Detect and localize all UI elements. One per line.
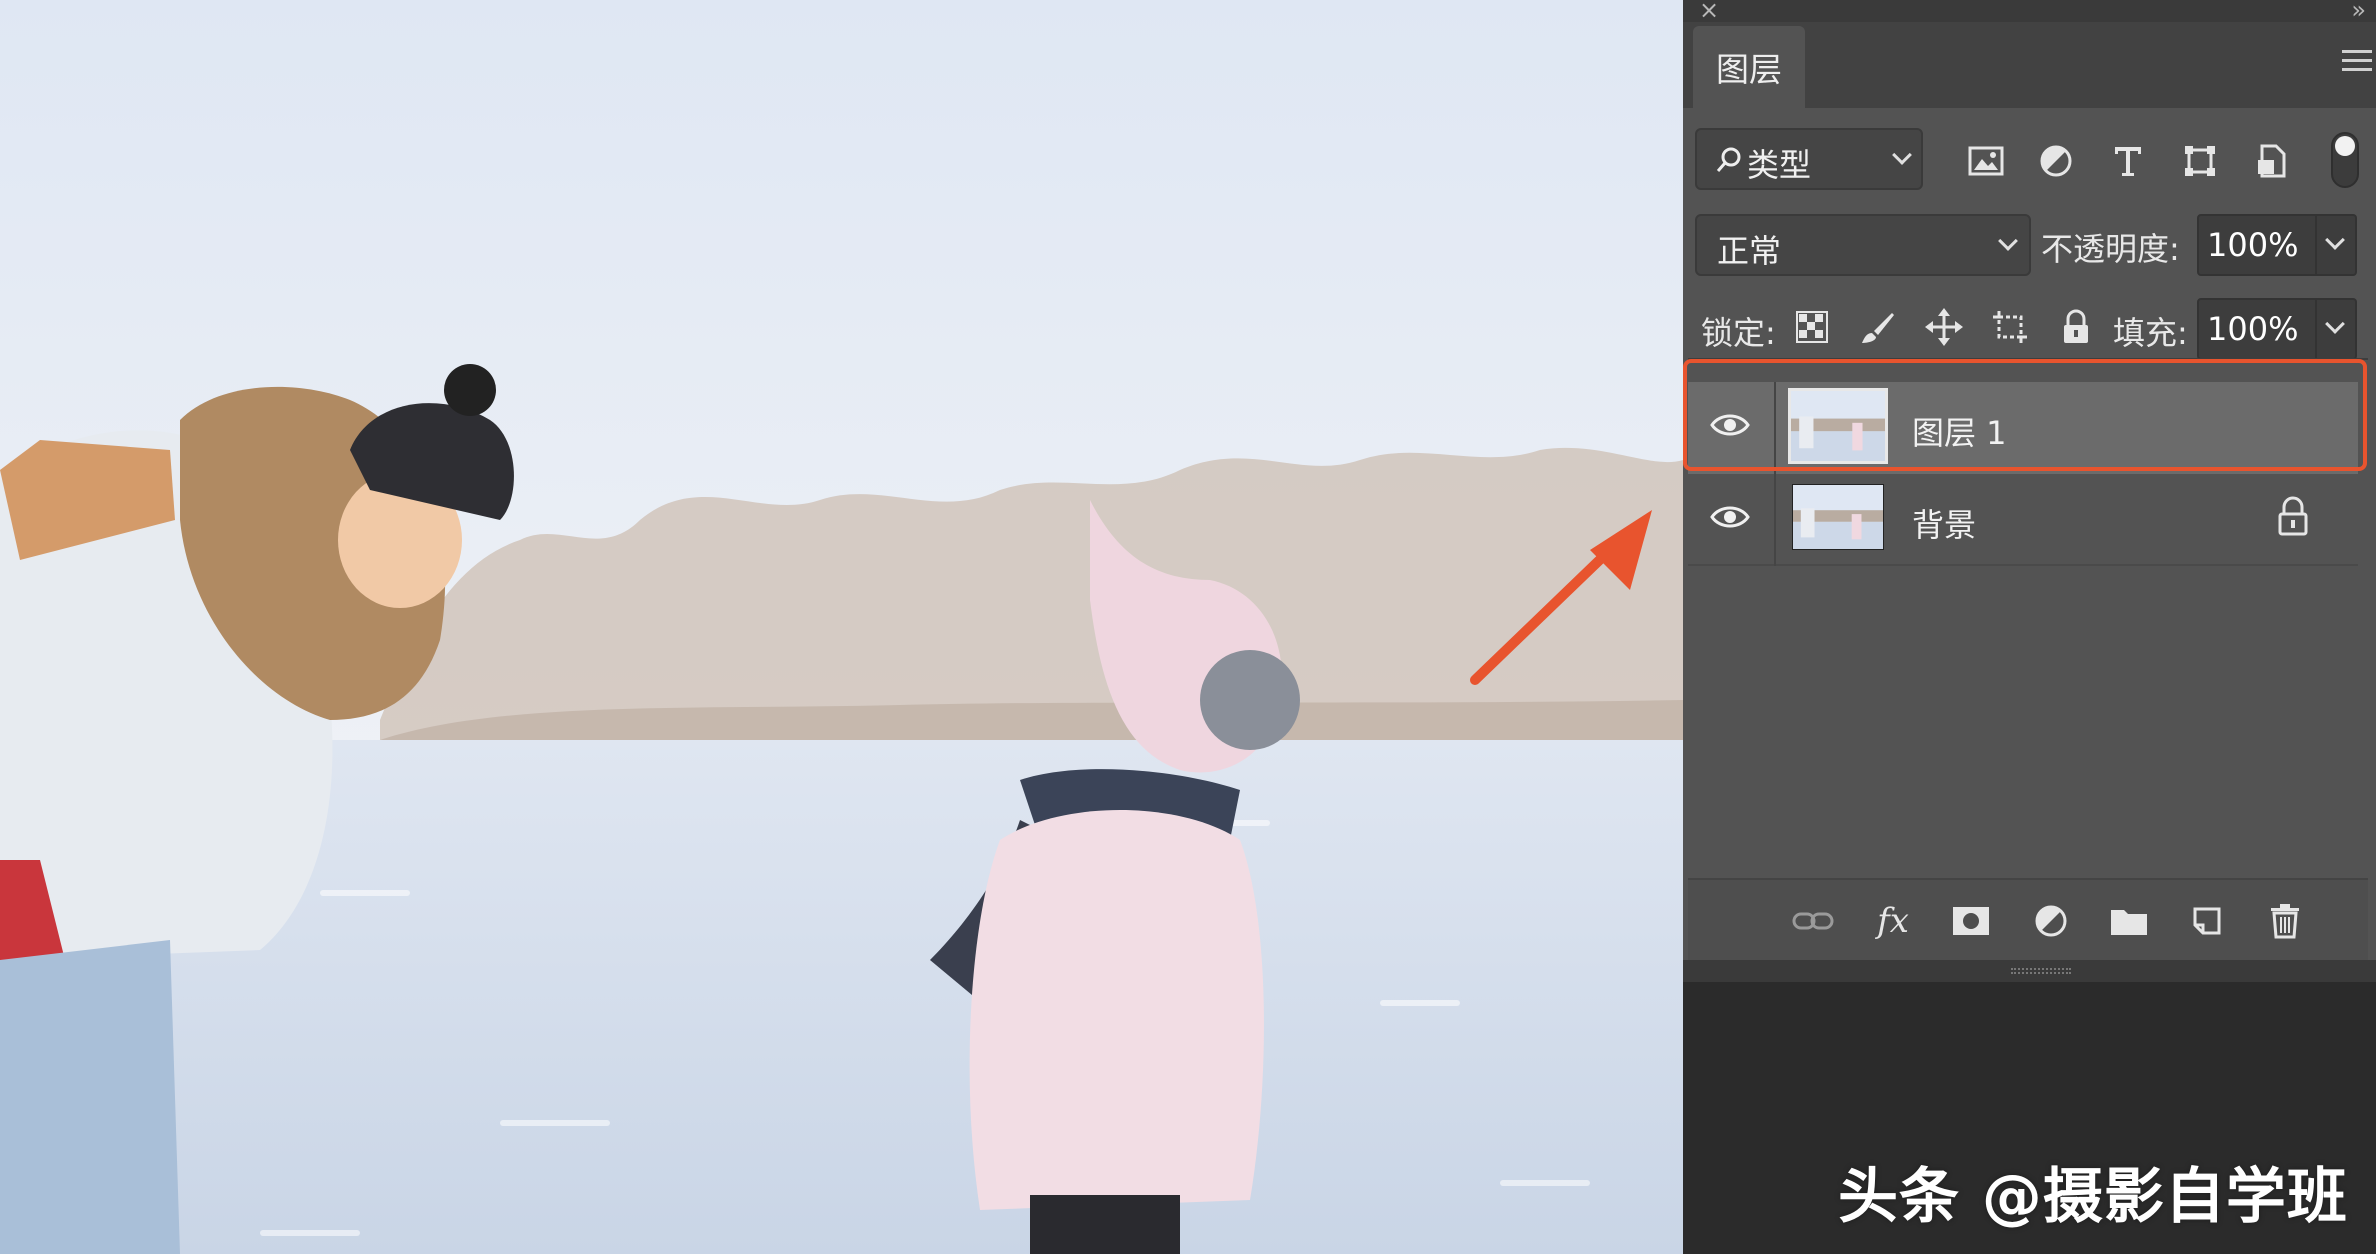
blend-mode-select[interactable]: 正常 [1695, 214, 2031, 276]
opacity-value: 100% [2207, 226, 2299, 264]
layer-filter-select[interactable]: 类型 [1695, 128, 1923, 190]
layer-name[interactable]: 图层 1 [1912, 408, 2007, 454]
fill-dropdown[interactable] [2317, 298, 2357, 360]
lock-artboard-icon[interactable] [1987, 304, 2033, 350]
opacity-dropdown[interactable] [2317, 214, 2357, 276]
lock-icon[interactable] [2273, 494, 2313, 540]
delete-layer-icon[interactable] [2260, 896, 2310, 946]
layer-thumbnail [1788, 388, 1888, 464]
lock-all-icon[interactable] [2053, 304, 2099, 350]
new-adjustment-layer-icon[interactable] [2026, 896, 2076, 946]
tab-layers[interactable]: 图层 [1693, 26, 1805, 108]
fill-label: 填充: [2113, 314, 2188, 352]
chevron-down-icon [2325, 314, 2345, 334]
layers-list: 图层 1 背景 [1688, 358, 2368, 878]
search-icon [1716, 147, 1741, 172]
filter-toggle-switch[interactable] [2331, 132, 2359, 188]
close-icon[interactable]: × [1699, 0, 1719, 24]
layers-bottom-toolbar: fx [1688, 878, 2368, 960]
watermark-text: 头条 @摄影自学班 [1838, 1162, 2348, 1232]
lock-image-pixels-icon[interactable] [1855, 304, 1901, 350]
collapse-icon[interactable]: » [2351, 0, 2366, 24]
panel-resize-grip[interactable] [1683, 960, 2376, 982]
add-mask-icon[interactable] [1946, 896, 1996, 946]
photo-image [0, 0, 1683, 1254]
opacity-input[interactable]: 100% [2197, 214, 2317, 276]
panel-tab-bar: 图层 [1683, 22, 2376, 108]
filter-shape-layer-icon[interactable] [2177, 140, 2223, 182]
link-layers-icon[interactable] [1788, 896, 1838, 946]
fill-input[interactable]: 100% [2197, 298, 2317, 360]
panel-menu-icon[interactable] [2342, 50, 2372, 76]
layer-row-layer-1[interactable]: 图层 1 [1688, 382, 2358, 474]
opacity-label: 不透明度: [2041, 230, 2180, 268]
lock-position-icon[interactable] [1921, 304, 1967, 350]
panel-title-bar: × » [1683, 0, 2376, 24]
photo-canvas[interactable] [0, 0, 1683, 1254]
filter-adjustment-layer-icon[interactable] [2033, 140, 2079, 182]
filter-type-layer-icon[interactable] [2105, 140, 2151, 182]
blend-mode-value: 正常 [1717, 232, 1782, 270]
visibility-eye-icon[interactable] [1710, 410, 1750, 440]
fill-value: 100% [2207, 310, 2299, 348]
new-group-folder-icon[interactable] [2104, 896, 2154, 946]
chevron-down-icon [2325, 230, 2345, 250]
layers-panel: × » 图层 类型 正常 不透明度: 100% 锁定: 填充: 100% 图层 … [1683, 0, 2376, 1254]
lock-label: 锁定: [1701, 314, 1776, 352]
layer-thumbnail [1792, 484, 1884, 550]
filter-pixel-layer-icon[interactable] [1963, 140, 2009, 182]
chevron-down-icon [1892, 145, 1912, 165]
filter-smart-object-icon[interactable] [2249, 140, 2295, 182]
lock-transparent-pixels-icon[interactable] [1789, 304, 1835, 350]
chevron-down-icon [1998, 231, 2018, 251]
new-layer-icon[interactable] [2182, 896, 2232, 946]
fx-icon[interactable]: fx [1868, 896, 1918, 946]
visibility-eye-icon[interactable] [1710, 502, 1750, 532]
filter-label: 类型 [1747, 146, 1812, 184]
layer-name[interactable]: 背景 [1912, 500, 1976, 546]
layer-row-background[interactable]: 背景 [1688, 474, 2358, 566]
